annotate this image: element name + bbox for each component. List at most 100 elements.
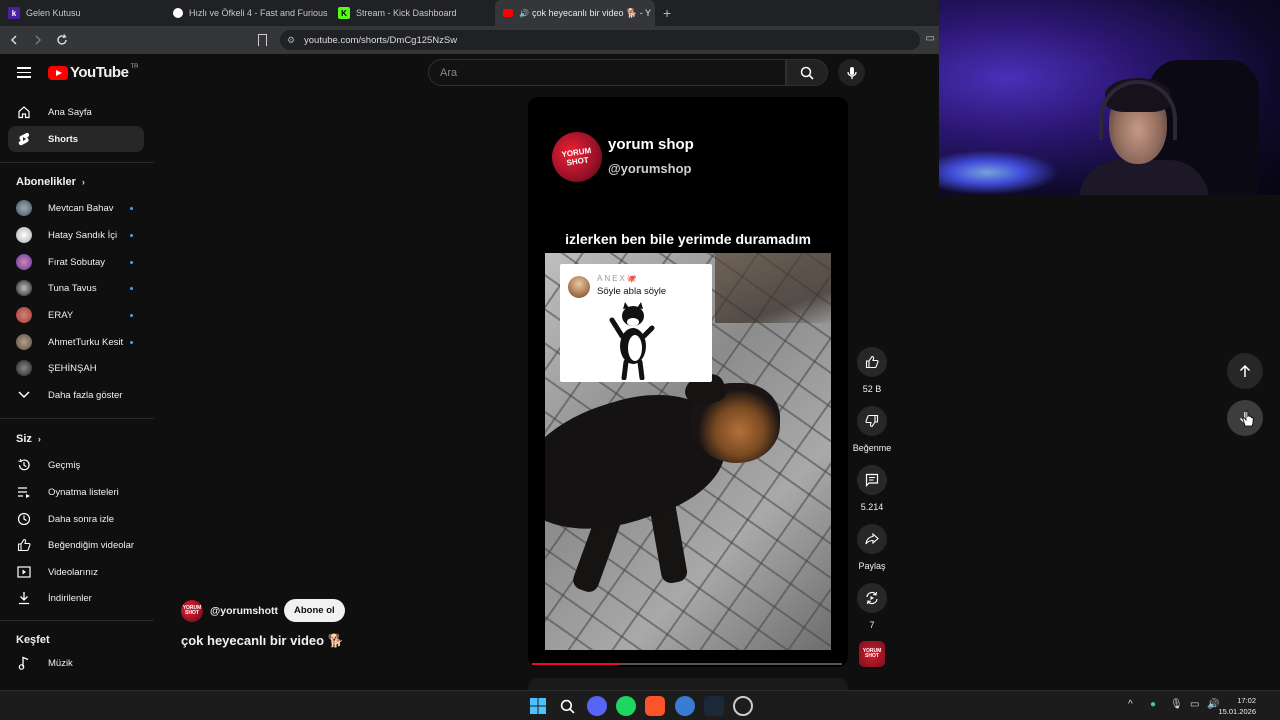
avatar xyxy=(16,360,32,376)
sidebar-item-label: Videolarınız xyxy=(48,566,98,578)
sidebar-item-subscription[interactable]: ŞEHİNŞAH xyxy=(8,355,144,381)
country-code: TR xyxy=(130,64,139,70)
discord-icon[interactable] xyxy=(587,696,607,716)
sidebar-item-subscription[interactable]: AhmetTurku Kesit xyxy=(8,329,144,355)
search-button[interactable] xyxy=(786,59,828,86)
new-content-dot xyxy=(130,313,133,317)
sidebar-item-subscription[interactable]: Hatay Sandık İçi xyxy=(8,222,144,248)
comments-action[interactable]: 5.214 xyxy=(852,465,892,512)
microphone-tray-icon[interactable]: 🎙 xyxy=(1170,699,1183,710)
search-icon[interactable] xyxy=(557,696,577,716)
search-input[interactable]: Ara xyxy=(428,59,786,86)
new-content-dot xyxy=(130,260,133,264)
channel-avatar[interactable]: YORUM SHOT xyxy=(181,599,203,622)
sidebar-item-label: Geçmiş xyxy=(48,459,81,471)
sidebar-item-label: Ana Sayfa xyxy=(48,106,92,118)
you-heading[interactable]: Siz › xyxy=(16,433,41,445)
tab-kick-dashboard[interactable]: K Stream - Kick Dashboard xyxy=(330,0,495,26)
show-more-button[interactable]: Daha fazla göster xyxy=(8,382,144,408)
like-action[interactable]: 52 B xyxy=(852,347,892,394)
comments-button[interactable] xyxy=(857,465,887,495)
sidebar-item-liked-videos[interactable]: Beğendiğim videolar xyxy=(8,532,144,558)
sidebar-item-label: Oynatma listeleri xyxy=(48,486,119,498)
new-content-dot xyxy=(130,340,133,344)
clock-time: 17:02 xyxy=(1237,696,1256,705)
reload-button[interactable] xyxy=(52,30,72,50)
github-icon xyxy=(173,8,183,18)
voice-search-button[interactable] xyxy=(838,59,865,86)
comment-text: Söyle abla söyle xyxy=(597,286,667,297)
video-caption: izlerken ben bile yerimde duramadım xyxy=(565,231,811,247)
subscribe-button[interactable]: Abone ol xyxy=(284,599,345,622)
channel-handle[interactable]: @yorumshott xyxy=(210,605,278,617)
site-settings-icon[interactable]: ⚙ xyxy=(287,35,295,46)
explore-heading: Keşfet xyxy=(16,634,50,646)
sidebar-item-subscription[interactable]: Fırat Sobutay xyxy=(8,249,144,275)
forward-button[interactable] xyxy=(28,30,48,50)
steam-icon[interactable] xyxy=(704,696,724,716)
dislike-button[interactable] xyxy=(857,406,887,436)
reload-icon xyxy=(57,34,67,45)
dancing-cat-image xyxy=(609,302,655,380)
avatar xyxy=(16,254,32,270)
back-arrow-icon xyxy=(10,35,17,45)
tray-chevron-icon[interactable]: ^ xyxy=(1128,699,1133,710)
sound-thumbnail[interactable]: YORUM SHOT xyxy=(859,641,885,667)
sidebar-item-history[interactable]: Geçmiş xyxy=(8,452,144,478)
sidebar-item-playlists[interactable]: Oynatma listeleri xyxy=(8,479,144,505)
app-icon[interactable] xyxy=(675,696,695,716)
sidebar-item-shorts[interactable]: Shorts xyxy=(8,126,144,152)
address-bar[interactable]: ⚙ youtube.com/shorts/DmCg125NzSw xyxy=(280,30,920,50)
browser-nav-bar: ⚙ youtube.com/shorts/DmCg125NzSw ▭ xyxy=(0,26,939,54)
sidebar-item-home[interactable]: Ana Sayfa xyxy=(8,99,144,125)
new-content-dot xyxy=(130,286,133,290)
youtube-logo[interactable]: YouTube TR xyxy=(48,64,138,81)
sidebar-item-downloads[interactable]: İndirilenler xyxy=(8,585,144,611)
obs-icon[interactable] xyxy=(733,696,753,716)
bookmark-icon[interactable] xyxy=(258,34,267,46)
previous-short-button[interactable] xyxy=(1227,353,1263,389)
sidebar-item-subscription[interactable]: Tuna Tavus xyxy=(8,275,144,301)
home-icon xyxy=(16,104,32,120)
dislike-action[interactable]: Beğenme xyxy=(852,406,892,453)
sidebar-item-watch-later[interactable]: Daha sonra izle xyxy=(8,506,144,532)
tab-fast-furious[interactable]: Hızlı ve Öfkeli 4 - Fast and Furious 4 xyxy=(165,0,330,26)
windows-start-icon[interactable] xyxy=(528,696,548,716)
subscriptions-heading[interactable]: Abonelikler › xyxy=(16,176,85,188)
comment-card: ANEX🐙 Söyle abla söyle xyxy=(560,264,712,382)
next-short-preview[interactable] xyxy=(528,678,848,690)
tray-app-icon[interactable]: ● xyxy=(1150,699,1156,710)
close-tab-icon[interactable]: ✕ xyxy=(651,8,655,19)
network-icon[interactable]: ▭ xyxy=(1190,699,1199,710)
new-content-dot xyxy=(130,233,133,237)
share-action[interactable]: Paylaş xyxy=(852,524,892,571)
sidebar-item-subscription[interactable]: Mevtcan Bahav xyxy=(8,195,144,221)
brave-browser-icon[interactable] xyxy=(645,696,665,716)
menu-icon[interactable] xyxy=(17,67,31,78)
sidebar-item-subscription[interactable]: ERAY xyxy=(8,302,144,328)
webcam-overlay xyxy=(939,0,1280,195)
remix-button[interactable] xyxy=(857,583,887,613)
sidebar-item-your-videos[interactable]: Videolarınız xyxy=(8,559,144,585)
arrow-up-icon xyxy=(1239,364,1251,377)
spotify-icon[interactable] xyxy=(616,696,636,716)
system-clock[interactable]: 17:02 15.01.2026 xyxy=(1218,695,1256,717)
share-button[interactable] xyxy=(857,524,887,554)
like-button[interactable] xyxy=(857,347,887,377)
tab-gelen-kutusu[interactable]: k Gelen Kutusu xyxy=(0,0,165,26)
sidebar-item-label: ERAY xyxy=(48,309,74,321)
remix-count: 7 xyxy=(869,620,875,630)
search-icon xyxy=(800,66,814,80)
share-label: Paylaş xyxy=(858,561,886,571)
sidebar-item-music[interactable]: Müzik xyxy=(8,650,144,676)
video-progress-bar[interactable] xyxy=(532,663,842,665)
sidebar-item-label: Tuna Tavus xyxy=(48,282,97,294)
remix-action[interactable]: 7 xyxy=(852,583,892,630)
new-tab-button[interactable]: + xyxy=(663,5,671,21)
tab-youtube-active[interactable]: 🔊 çok heyecanlı bir video 🐕 - Y ✕ xyxy=(495,0,655,26)
back-button[interactable] xyxy=(4,30,24,50)
short-video-player[interactable]: YORUM SHOT yorum shop @yorumshop izlerke… xyxy=(528,97,848,667)
kick-icon: K xyxy=(338,7,350,19)
overlay-channel-handle: @yorumshop xyxy=(608,161,692,176)
cast-icon[interactable]: ▭ xyxy=(926,33,935,44)
